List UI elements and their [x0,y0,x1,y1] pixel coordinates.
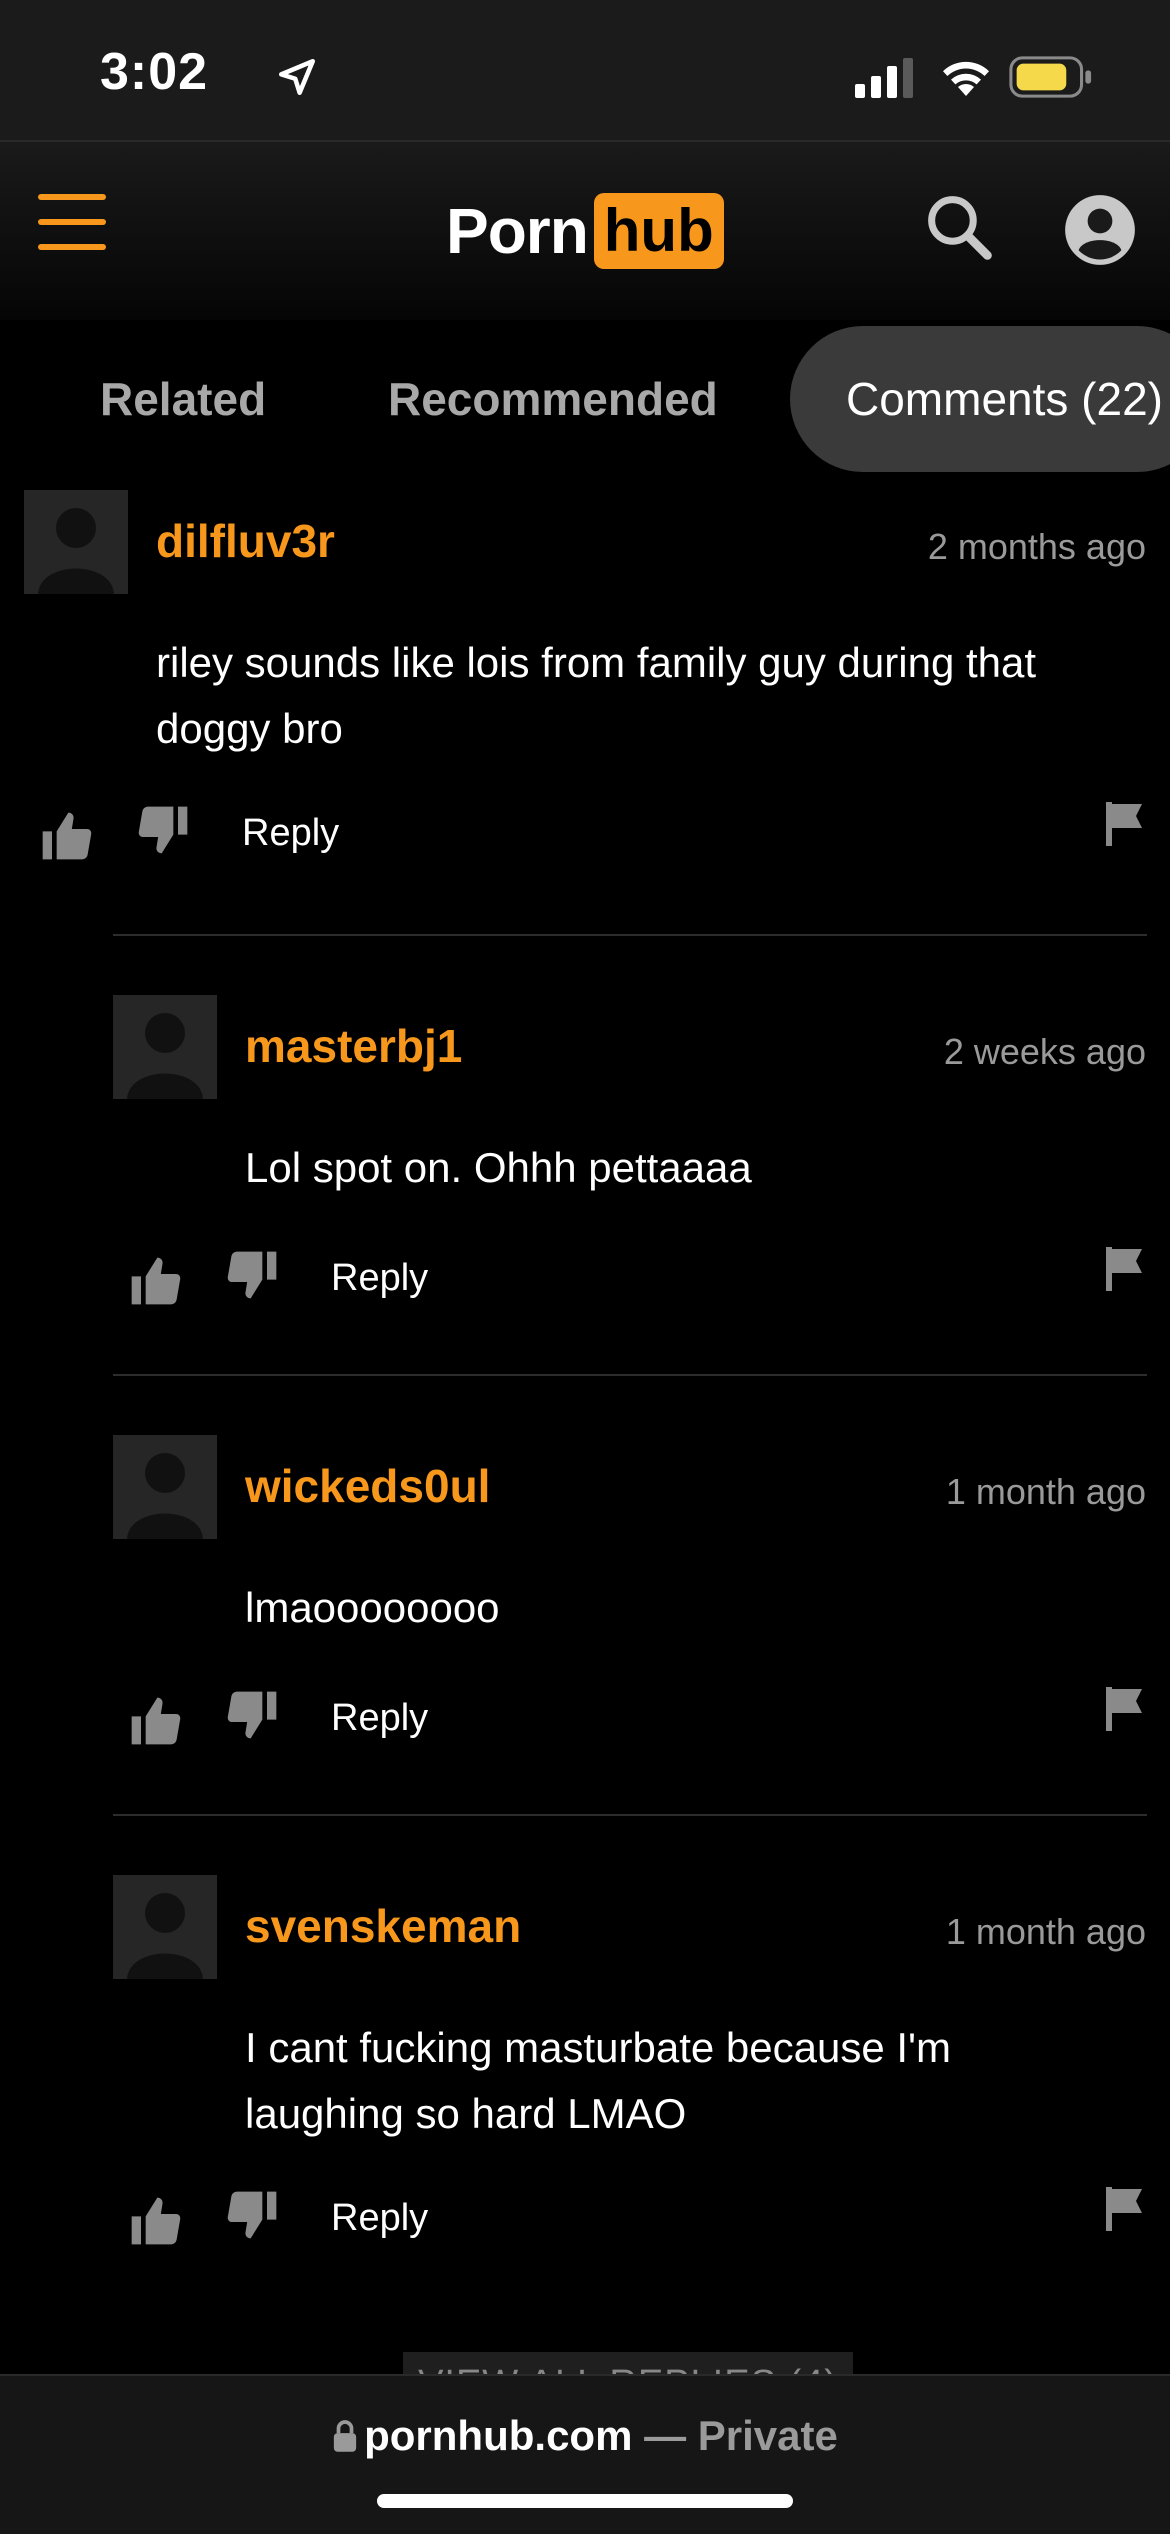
comment-username[interactable]: wickeds0ul [245,1459,490,1513]
comment-actions: Reply [113,2187,1146,2253]
comment-timestamp: 1 month ago [945,1911,1146,1952]
thumbs-down-icon[interactable] [225,1687,281,1743]
battery-icon [1009,56,1092,98]
url-domain: pornhub.com [364,2412,633,2459]
comment-actions: Reply [113,1247,1146,1313]
private-mode-label: — Private [632,2412,838,2459]
comment-text: I cant fucking masturbate because I'm la… [245,2024,952,2137]
reply-button[interactable]: Reply [331,1697,428,1740]
comment-text: Lol spot on. Ohhh pettaaaa [245,1144,752,1191]
avatar[interactable] [113,1875,217,1979]
reply-button[interactable]: Reply [242,812,339,855]
thumbs-up-icon[interactable] [127,1693,183,1749]
flag-icon[interactable] [1102,2185,1146,2233]
comment-divider [113,1374,1147,1376]
thumbs-up-icon[interactable] [127,1253,183,1309]
comment-text: lmaoooooooo [245,1584,500,1631]
site-header: Porn hub [0,142,1170,320]
reply-button[interactable]: Reply [331,2197,428,2240]
cellular-signal-icon [855,58,913,98]
comment-username[interactable]: masterbj1 [245,1019,462,1073]
avatar[interactable] [113,995,217,1099]
comment-item: svenskeman 1 month ago I cant fucking ma… [113,1875,1146,2275]
thumbs-up-icon[interactable] [38,808,94,864]
location-arrow-icon [278,58,316,96]
flag-icon[interactable] [1102,1245,1146,1293]
comment-timestamp: 1 month ago [945,1471,1146,1512]
tab-recommended[interactable]: Recommended [388,326,718,472]
lock-icon [333,2420,357,2452]
comment-item: wickeds0ul 1 month ago lmaoooooooo Reply [113,1435,1146,1765]
url-display[interactable]: pornhub.com — Private [0,2412,1170,2460]
thumbs-down-icon[interactable] [225,2187,281,2243]
browser-address-bar[interactable]: pornhub.com — Private [0,2374,1170,2534]
comment-text: riley sounds like lois from family guy d… [156,639,1037,752]
content-tabs: Related Recommended Comments (22) [0,326,1170,472]
avatar[interactable] [24,490,128,594]
comment-divider [113,934,1147,936]
avatar[interactable] [113,1435,217,1539]
comment-actions: Reply [24,802,1146,868]
thumbs-down-icon[interactable] [225,1247,281,1303]
status-time: 3:02 [100,43,209,101]
thumbs-up-icon[interactable] [127,2193,183,2249]
comment-timestamp: 2 weeks ago [943,1031,1146,1072]
site-logo[interactable]: Porn hub [446,192,724,270]
comment-item: dilfluv3r 2 months ago riley sounds like… [24,490,1146,880]
comment-username[interactable]: dilfluv3r [156,514,335,568]
tab-related[interactable]: Related [100,326,266,472]
flag-icon[interactable] [1102,800,1146,848]
thumbs-down-icon[interactable] [136,802,192,858]
comment-item: masterbj1 2 weeks ago Lol spot on. Ohhh … [113,995,1146,1325]
tab-comments[interactable]: Comments (22) [790,326,1170,472]
logo-text-left: Porn [446,195,589,267]
logo-text-right: hub [593,193,724,269]
comment-timestamp: 2 months ago [927,526,1146,567]
comment-username[interactable]: svenskeman [245,1899,521,1953]
comment-divider [113,1814,1147,1816]
reply-button[interactable]: Reply [331,1257,428,1300]
comment-actions: Reply [113,1687,1146,1753]
status-bar: 3:02 [0,0,1170,142]
flag-icon[interactable] [1102,1685,1146,1733]
home-indicator[interactable] [377,2494,793,2508]
search-icon[interactable] [924,192,994,262]
hamburger-menu-icon[interactable] [38,194,106,250]
account-icon[interactable] [1064,194,1136,266]
wifi-icon [943,61,989,96]
